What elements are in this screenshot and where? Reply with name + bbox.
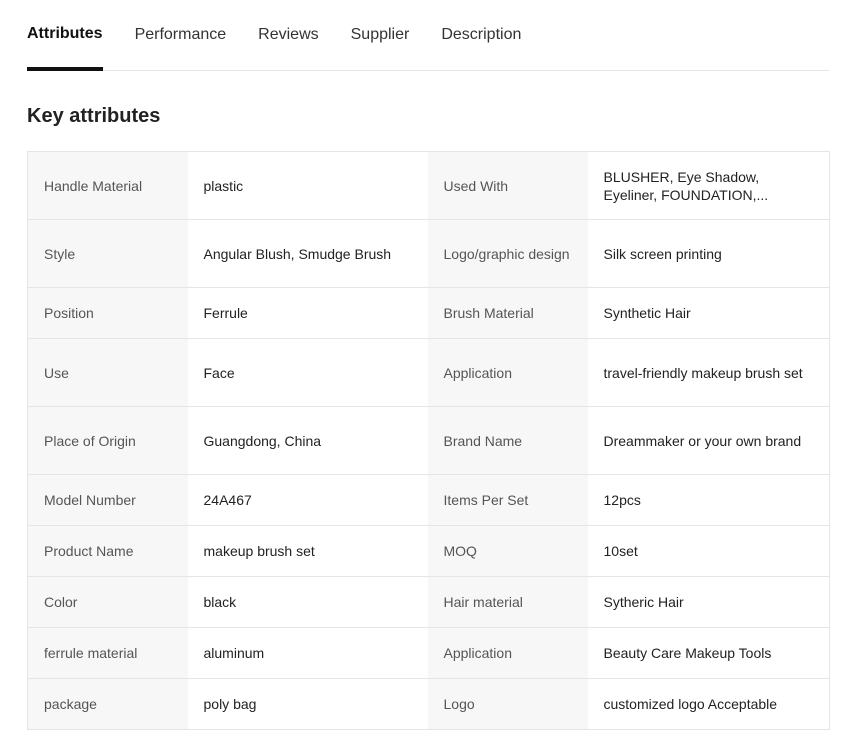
attribute-key: Model Number [27,474,188,526]
attribute-value: 10set [587,525,830,577]
attribute-key: Place of Origin [27,406,188,475]
attribute-key: Used With [427,151,588,220]
attribute-key: Brush Material [427,287,588,339]
table-row: Position Ferrule Brush Material Syntheti… [27,287,830,339]
attribute-key: Handle Material [27,151,188,220]
attribute-key: Logo/graphic design [427,219,588,288]
attribute-key: Color [27,576,188,628]
attribute-value: travel-friendly makeup brush set [587,338,830,407]
attribute-value: Angular Blush, Smudge Brush [187,219,428,288]
attribute-key: Logo [427,678,588,730]
attribute-value: plastic [187,151,428,220]
table-row: Handle Material plastic Used With BLUSHE… [27,151,830,220]
attribute-value: Face [187,338,428,407]
attribute-value: poly bag [187,678,428,730]
tab-bar: Attributes Performance Reviews Supplier … [27,0,829,71]
table-row: ferrule material aluminum Application Be… [27,627,830,679]
attribute-value: Dreammaker or your own brand [587,406,830,475]
table-row: Style Angular Blush, Smudge Brush Logo/g… [27,219,830,288]
attribute-key: Application [427,627,588,679]
key-attributes-table: Handle Material plastic Used With BLUSHE… [27,151,830,730]
section-title: Key attributes [27,105,161,127]
attribute-value: makeup brush set [187,525,428,577]
attribute-value: black [187,576,428,628]
attribute-value: aluminum [187,627,428,679]
tab-performance[interactable]: Performance [135,0,227,70]
attribute-value: Synthetic Hair [587,287,830,339]
attribute-value-text: BLUSHER, Eye Shadow, Eyeliner, FOUNDATIO… [603,168,769,203]
table-row: Model Number 24A467 Items Per Set 12pcs [27,474,830,526]
attribute-key: Hair material [427,576,588,628]
attribute-key: Position [27,287,188,339]
attribute-value: Guangdong, China [187,406,428,475]
attribute-value: customized logo Acceptable [587,678,830,730]
attribute-key: Use [27,338,188,407]
attribute-value: BLUSHER, Eye Shadow, Eyeliner, FOUNDATIO… [587,151,830,220]
table-row: Color black Hair material Sytheric Hair [27,576,830,628]
tab-description[interactable]: Description [441,0,521,70]
tab-attributes[interactable]: Attributes [27,0,103,71]
attribute-value: Beauty Care Makeup Tools [587,627,830,679]
attribute-key: Style [27,219,188,288]
attribute-key: Application [427,338,588,407]
tab-supplier[interactable]: Supplier [351,0,410,70]
table-row: Place of Origin Guangdong, China Brand N… [27,406,830,475]
table-row: Use Face Application travel-friendly mak… [27,338,830,407]
attribute-value: Sytheric Hair [587,576,830,628]
attribute-value: Ferrule [187,287,428,339]
attribute-key: ferrule material [27,627,188,679]
table-row: Product Name makeup brush set MOQ 10set [27,525,830,577]
table-row: package poly bag Logo customized logo Ac… [27,678,830,730]
attribute-value: 24A467 [187,474,428,526]
attribute-key: MOQ [427,525,588,577]
attribute-value: 12pcs [587,474,830,526]
attribute-key: package [27,678,188,730]
attribute-key: Brand Name [427,406,588,475]
attribute-key: Product Name [27,525,188,577]
attribute-value: Silk screen printing [587,219,830,288]
tab-reviews[interactable]: Reviews [258,0,318,70]
attribute-key: Items Per Set [427,474,588,526]
